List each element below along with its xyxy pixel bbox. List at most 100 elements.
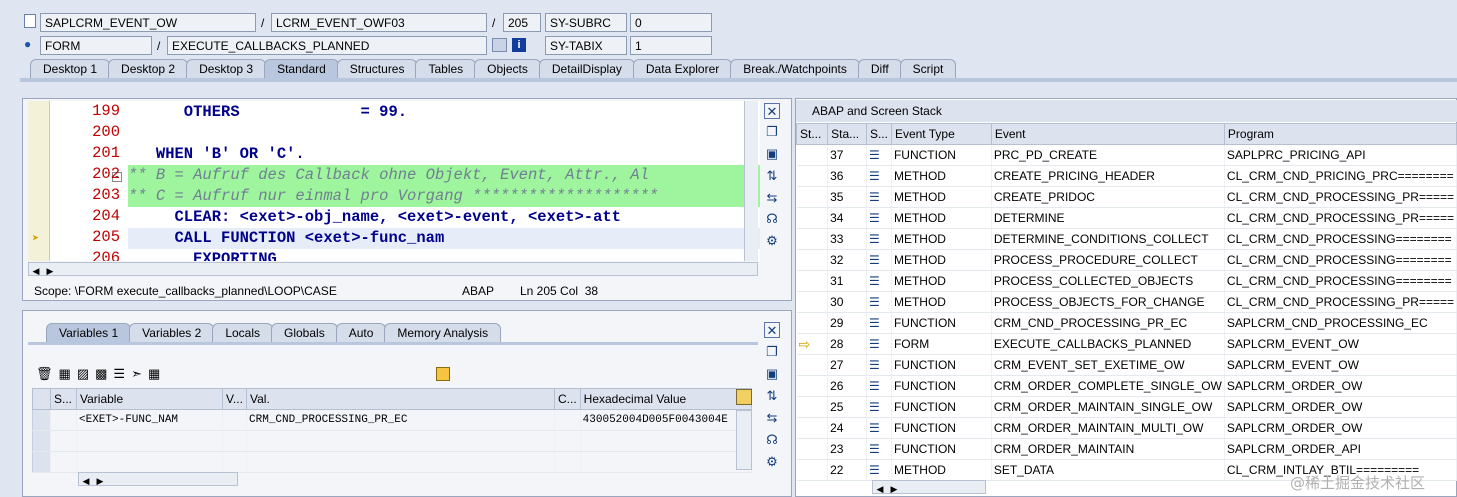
variable-cell[interactable]	[76, 451, 223, 473]
col-event-type[interactable]: Event Type	[890, 123, 992, 145]
scroll-right-icon[interactable]: ▶	[43, 265, 57, 277]
headset-icon[interactable]: ☊	[764, 211, 780, 227]
headset-icon[interactable]: ☊	[764, 432, 780, 448]
resize-icon[interactable]: ⇆	[764, 190, 780, 206]
source-icon[interactable]: ☰	[869, 337, 880, 351]
vartable-vscrollbar[interactable]	[736, 410, 752, 470]
editor-hscrollbar[interactable]: ◀ ▶	[28, 262, 758, 276]
row-selector[interactable]	[32, 451, 51, 473]
source-icon[interactable]: ☰	[869, 169, 880, 183]
code-line[interactable]: CLEAR: <exet>-obj_name, <exet>-event, <e…	[128, 207, 621, 228]
stack-row[interactable]: ⇨ 28 ☰ FORM EXECUTE_CALLBACKS_PLANNED SAPLCRM…	[796, 333, 1457, 355]
block-type-field[interactable]: FORM	[40, 36, 152, 55]
v-cell[interactable]	[222, 409, 247, 431]
stack-row[interactable]: 23 ☰ FUNCTION CRM_ORDER_MAINTAIN SAPLCRM_ORD…	[796, 438, 1457, 460]
stack-row[interactable]: 35 ☰ METHOD CREATE_PRIDOC CL_CRM_CND_PROCESS…	[796, 186, 1457, 208]
stack-row[interactable]: 36 ☰ METHOD CREATE_PRICING_HEADER CL_CRM_CND…	[796, 165, 1457, 187]
include-field[interactable]: LCRM_EVENT_OWF03	[271, 13, 487, 32]
source-icon[interactable]: ☰	[869, 421, 880, 435]
col-stack-s[interactable]: S...	[865, 123, 892, 145]
stack-row[interactable]: 37 ☰ FUNCTION PRC_PD_CREATE SAPLPRC_PRICING_…	[796, 144, 1457, 166]
code-line[interactable]: ** C = Aufruf nur einmal pro Vorgang ***…	[128, 186, 760, 207]
tab-5[interactable]: Tables	[415, 59, 477, 79]
tab-8[interactable]: Data Explorer	[632, 59, 733, 79]
info-icon[interactable]: i	[512, 38, 526, 52]
code-line[interactable]: EXPORTING	[128, 249, 277, 261]
stack-row[interactable]: 34 ☰ METHOD DETERMINE CL_CRM_CND_PROCESSING_…	[796, 207, 1457, 229]
source-icon[interactable]: ☰	[869, 379, 880, 393]
col-value[interactable]: Val.	[246, 388, 555, 410]
col-v[interactable]: V...	[222, 388, 247, 410]
table-settings-icon[interactable]	[736, 389, 752, 405]
tab-4[interactable]: Structures	[336, 59, 418, 79]
status-cell[interactable]	[50, 451, 77, 473]
stack-row[interactable]: 25 ☰ FUNCTION CRM_ORDER_MAINTAIN_SINGLE_OW S…	[796, 396, 1457, 418]
stack-row[interactable]: 29 ☰ FUNCTION CRM_CND_PROCESSING_PR_EC SAPLC…	[796, 312, 1457, 334]
c-cell[interactable]	[554, 451, 581, 473]
row-selector[interactable]	[32, 430, 51, 452]
status-cell[interactable]	[50, 409, 77, 431]
variable-cell[interactable]	[76, 430, 223, 452]
source-icon[interactable]: ☰	[869, 400, 880, 414]
swap-icon[interactable]: ⇅	[764, 388, 780, 404]
tab-11[interactable]: Script	[899, 59, 957, 79]
tool-icon[interactable]: ⚙	[764, 454, 780, 470]
maximize-icon[interactable]: ▣	[764, 366, 780, 382]
close-icon[interactable]: ✕	[764, 103, 780, 119]
col-status[interactable]: S...	[50, 388, 77, 410]
col-event[interactable]: Event	[990, 123, 1225, 145]
hex-cell[interactable]	[580, 451, 753, 473]
source-icon[interactable]: ☰	[869, 232, 880, 246]
source-icon[interactable]: ☰	[869, 211, 880, 225]
col-hex[interactable]: Hexadecimal Value	[579, 388, 753, 410]
stack-row[interactable]: 31 ☰ METHOD PROCESS_COLLECTED_OBJECTS CL_CRM…	[796, 270, 1457, 292]
sysvar2-value-field[interactable]: 1	[630, 36, 712, 55]
editor-vscrollbar[interactable]	[744, 101, 758, 261]
tab-6[interactable]: Objects	[474, 59, 541, 79]
c-cell[interactable]	[554, 430, 581, 452]
source-icon[interactable]: ☰	[869, 190, 880, 204]
block-name-field[interactable]: EXECUTE_CALLBACKS_PLANNED	[167, 36, 487, 55]
folder-icon[interactable]: ▦	[148, 366, 160, 384]
scroll-left-icon[interactable]: ◀	[873, 483, 887, 495]
tab-9[interactable]: Break./Watchpoints	[730, 59, 860, 79]
display-source-icon[interactable]	[492, 38, 507, 52]
hex-cell[interactable]	[580, 430, 753, 452]
maximize-icon[interactable]: ▣	[764, 146, 780, 162]
copy-icon[interactable]: ❐	[764, 124, 780, 140]
value-cell[interactable]	[246, 430, 555, 452]
tab-10[interactable]: Diff	[857, 59, 902, 79]
sysvar-value-field[interactable]: 0	[630, 13, 712, 32]
vartab-3[interactable]: Globals	[271, 323, 338, 343]
copy-icon[interactable]: ❐	[764, 344, 780, 360]
line-field[interactable]: 205	[503, 13, 541, 32]
scroll-right-icon[interactable]: ▶	[93, 475, 107, 487]
code-line[interactable]: WHEN 'B' OR 'C'.	[128, 144, 305, 165]
v-cell[interactable]	[222, 430, 247, 452]
save-icon[interactable]	[436, 367, 450, 381]
tab-0[interactable]: Desktop 1	[30, 59, 111, 79]
vartable-hscrollbar[interactable]: ◀ ▶	[78, 472, 238, 486]
tab-1[interactable]: Desktop 2	[108, 59, 189, 79]
variable-cell[interactable]: <EXET>-FUNC_NAM	[76, 409, 223, 431]
source-icon[interactable]: ☰	[869, 148, 880, 162]
value-cell[interactable]	[246, 451, 555, 473]
scroll-left-icon[interactable]: ◀	[29, 265, 43, 277]
close-icon[interactable]: ✕	[764, 322, 780, 338]
tab-2[interactable]: Desktop 3	[186, 59, 267, 79]
swap-icon[interactable]: ⇅	[764, 168, 780, 184]
tab-3[interactable]: Standard	[264, 59, 339, 79]
source-icon[interactable]: ☰	[869, 295, 880, 309]
source-icon[interactable]: ☰	[869, 463, 880, 477]
stack-hscrollbar[interactable]: ◀ ▶	[872, 480, 986, 494]
source-icon[interactable]: ☰	[869, 358, 880, 372]
col-stack-status[interactable]: St...	[795, 123, 829, 145]
stack-row[interactable]: 30 ☰ METHOD PROCESS_OBJECTS_FOR_CHANGE CL_CR…	[796, 291, 1457, 313]
code-line[interactable]: OTHERS = 99.	[128, 102, 407, 123]
tool-icon[interactable]: ⚙	[764, 233, 780, 249]
status-cell[interactable]	[50, 430, 77, 452]
detail-icon[interactable]: ▦	[59, 366, 71, 384]
vartab-1[interactable]: Variables 2	[129, 323, 215, 343]
table-row[interactable]: <EXET>-FUNC_NAM CRM_CND_PROCESSING_PR_EC 4…	[32, 409, 753, 431]
scroll-right-icon[interactable]: ▶	[887, 483, 901, 495]
